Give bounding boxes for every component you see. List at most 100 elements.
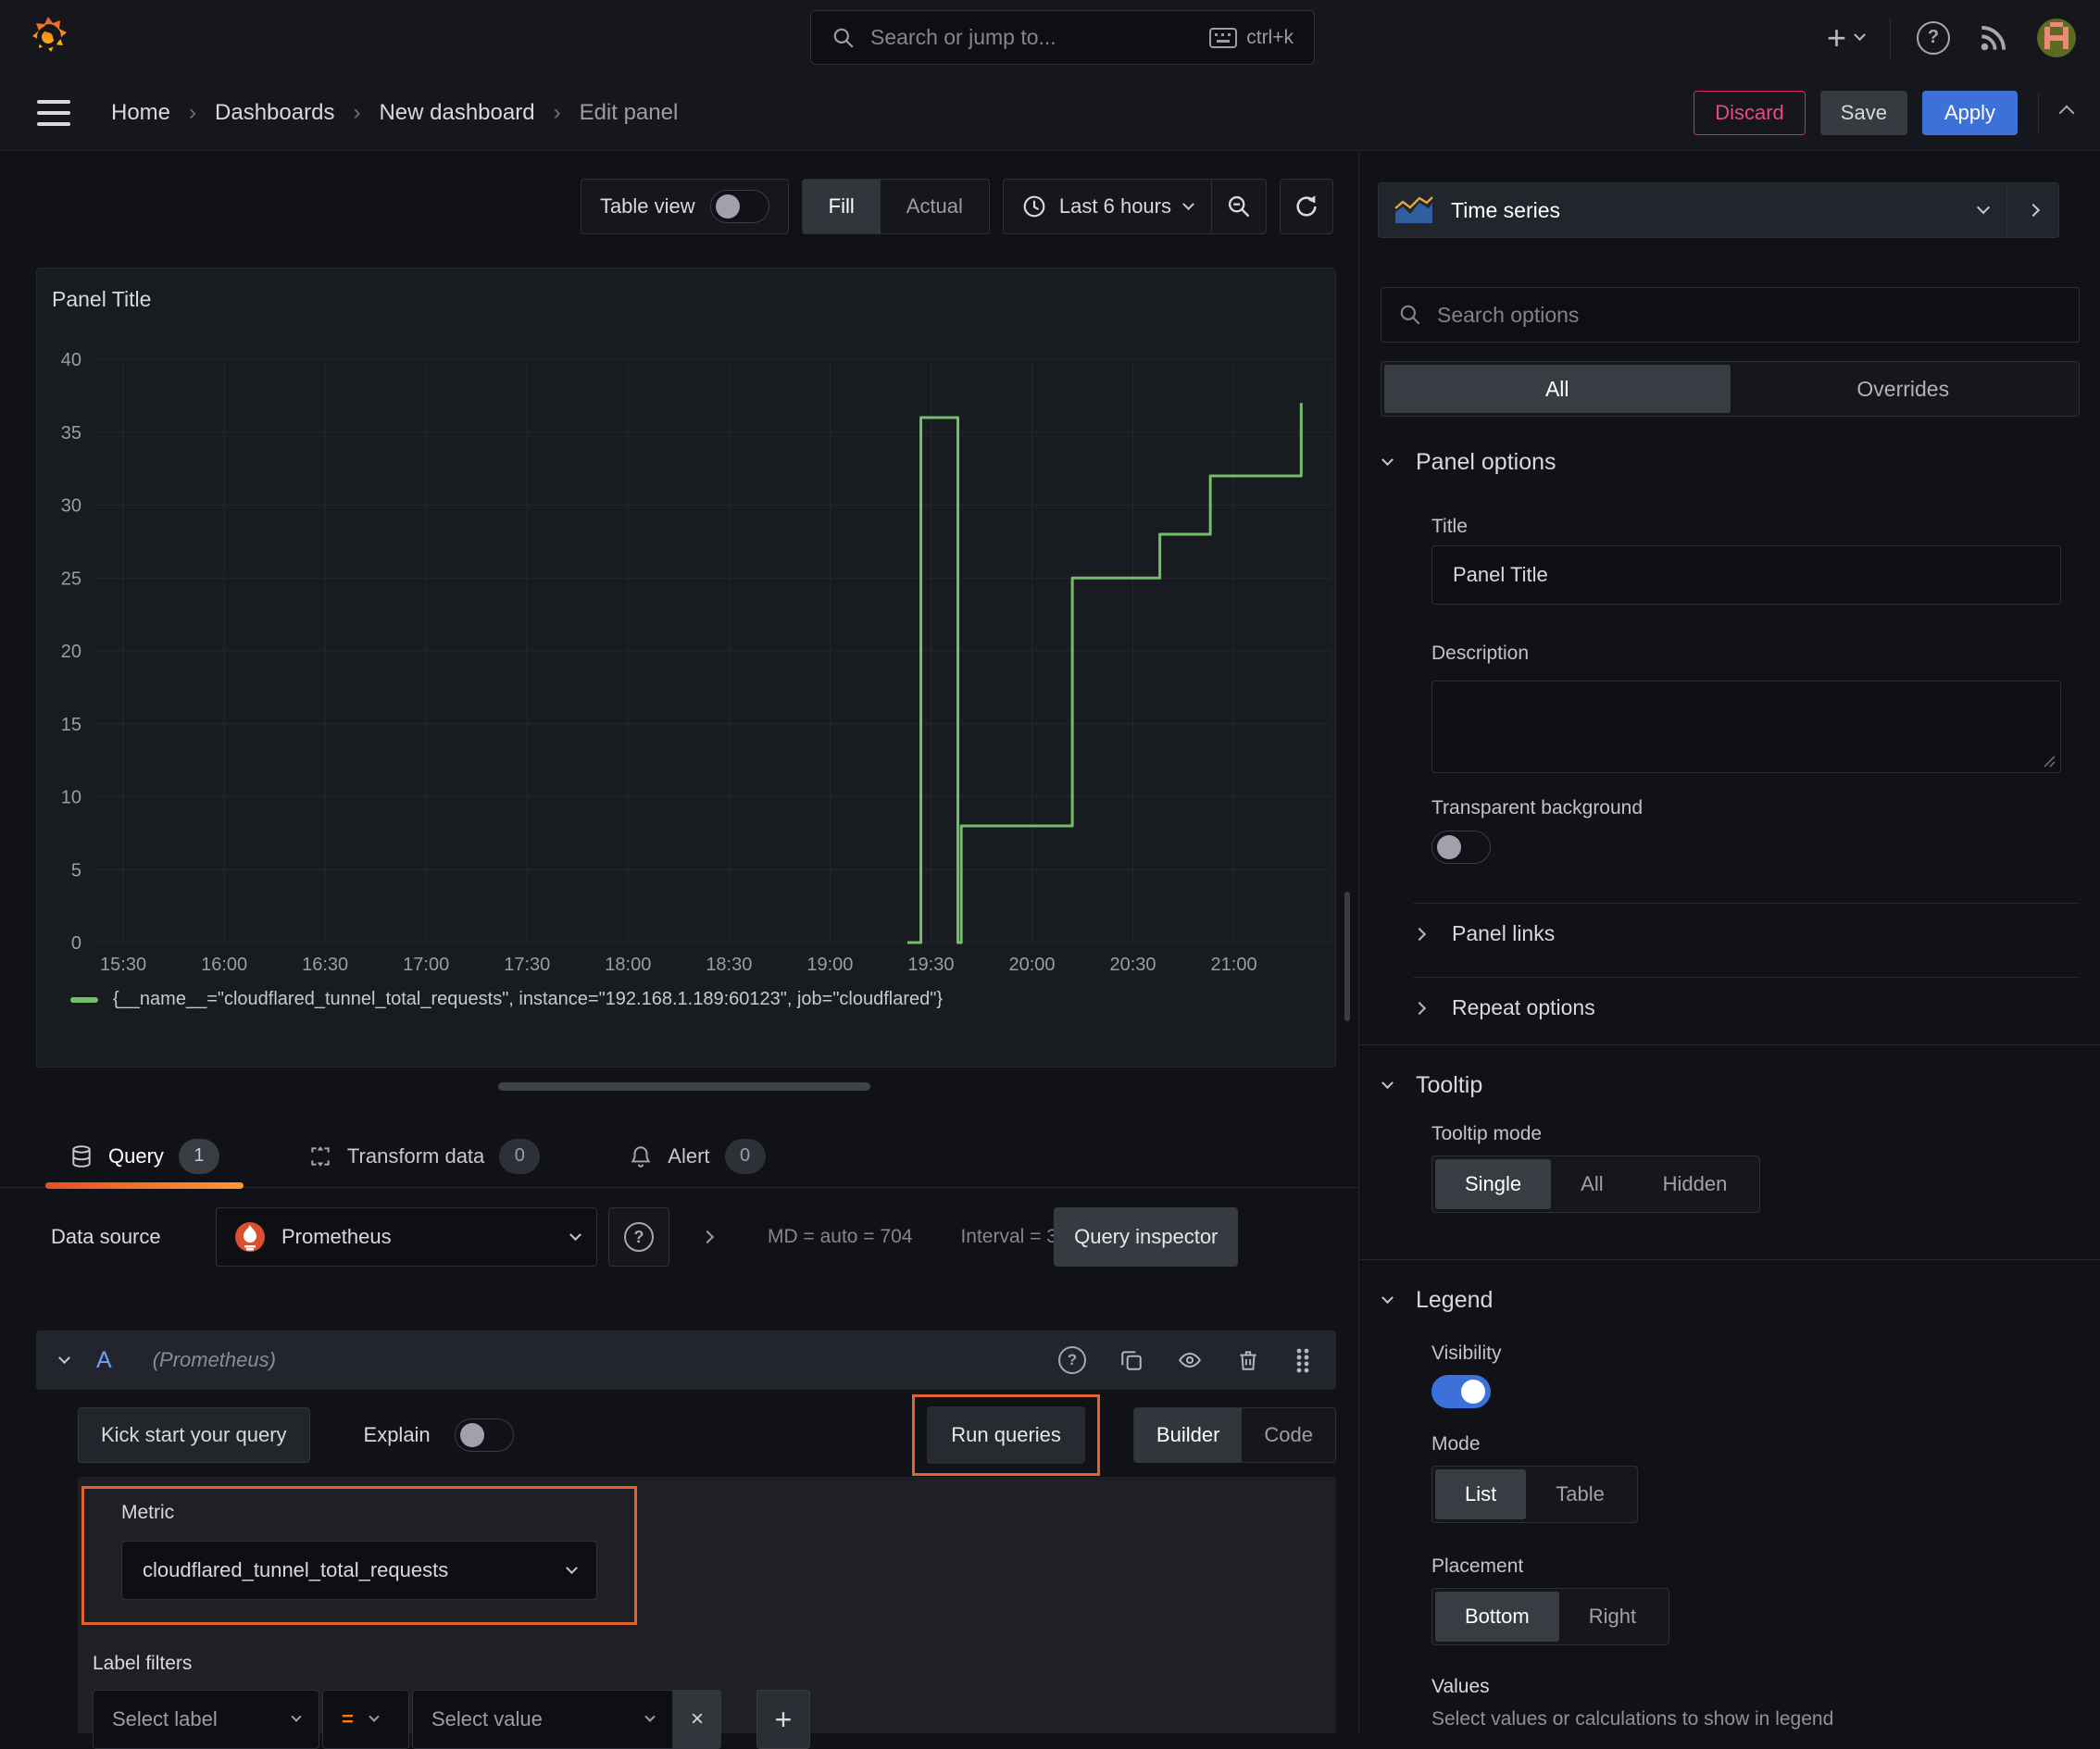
breadcrumb-dashboards[interactable]: Dashboards xyxy=(215,100,334,126)
svg-text:17:30: 17:30 xyxy=(504,955,550,975)
apply-button[interactable]: Apply xyxy=(1921,90,2018,135)
news-rss-icon[interactable] xyxy=(1976,20,2011,56)
search-options-input[interactable]: Search options xyxy=(1381,287,2080,343)
new-menu-button[interactable]: + xyxy=(1827,20,1866,55)
tab-all[interactable]: All xyxy=(1384,365,1731,413)
tab-overrides[interactable]: Overrides xyxy=(1731,365,2077,413)
tooltip-mode-single[interactable]: Single xyxy=(1435,1159,1552,1209)
user-avatar[interactable] xyxy=(2037,18,2076,57)
panel-title[interactable]: Panel Title xyxy=(52,287,151,312)
actual-option[interactable]: Actual xyxy=(881,180,989,233)
hide-query-icon[interactable] xyxy=(1177,1348,1203,1372)
breadcrumb-home[interactable]: Home xyxy=(111,100,170,126)
tab-alert[interactable]: Alert 0 xyxy=(605,1125,789,1187)
repeat-options-section[interactable]: Repeat options xyxy=(1412,995,1595,1020)
search-shortcut: ctrl+k xyxy=(1246,26,1294,48)
time-picker: Last 6 hours xyxy=(1002,179,1267,234)
visualization-picker[interactable]: Time series xyxy=(1378,182,2059,238)
timeseries-plot: 0 5 10 15 20 25 30 35 40 15:30 16:00 16:30 17:00 17:3… xyxy=(61,350,1332,975)
help-button[interactable]: ? xyxy=(1917,20,1950,55)
datasource-select[interactable]: Prometheus xyxy=(216,1207,597,1267)
zoom-out-button[interactable] xyxy=(1212,180,1266,233)
time-range-button[interactable]: Last 6 hours xyxy=(1004,194,1211,219)
legend-visibility-toggle[interactable] xyxy=(1431,1375,1491,1408)
query-inspector-button[interactable]: Query inspector xyxy=(1054,1207,1239,1267)
legend-mode-table[interactable]: Table xyxy=(1526,1469,1634,1519)
table-view-label: Table view xyxy=(599,194,695,218)
tab-query-label: Query xyxy=(108,1143,164,1168)
run-queries-button[interactable]: Run queries xyxy=(927,1406,1085,1464)
datasource-help-button[interactable]: ? xyxy=(608,1207,669,1267)
operator-dropdown[interactable]: = xyxy=(322,1690,409,1749)
collapse-options-button[interactable] xyxy=(2007,183,2058,237)
add-filter-button[interactable]: + xyxy=(756,1690,810,1749)
search-icon xyxy=(1400,305,1420,325)
fill-option[interactable]: Fill xyxy=(802,180,881,233)
breadcrumb-new-dashboard[interactable]: New dashboard xyxy=(379,100,534,126)
panel-options-header[interactable]: Panel options xyxy=(1381,449,1556,476)
duplicate-query-icon[interactable] xyxy=(1119,1348,1144,1372)
legend-mode-list[interactable]: List xyxy=(1435,1469,1527,1519)
discard-button[interactable]: Discard xyxy=(1694,90,1806,135)
transparent-background-toggle[interactable] xyxy=(1431,831,1491,864)
scrollbar[interactable] xyxy=(1344,892,1350,1021)
svg-text:25: 25 xyxy=(61,568,81,589)
menu-toggle-button[interactable] xyxy=(37,99,70,126)
transform-count-badge: 0 xyxy=(499,1138,541,1174)
chevron-down-icon xyxy=(644,1711,656,1722)
description-textarea[interactable] xyxy=(1431,681,2061,773)
label-filters-row: Select label = Select value × + xyxy=(93,1690,1336,1749)
remove-filter-button[interactable]: × xyxy=(673,1690,721,1749)
legend-series-swatch[interactable] xyxy=(70,996,98,1003)
visibility-label: Visibility xyxy=(1431,1343,1502,1364)
grafana-logo-icon[interactable] xyxy=(26,15,70,59)
delete-query-icon[interactable] xyxy=(1236,1348,1260,1372)
builder-option[interactable]: Builder xyxy=(1133,1408,1243,1462)
drag-query-handle-icon[interactable] xyxy=(1294,1346,1312,1374)
kick-start-button[interactable]: Kick start your query xyxy=(78,1407,310,1463)
legend-placement-right[interactable]: Right xyxy=(1559,1592,1666,1642)
global-search-input[interactable]: Search or jump to... ctrl+k xyxy=(810,10,1315,65)
chevron-right-icon[interactable] xyxy=(700,1230,715,1244)
panel-title-input[interactable]: Panel Title xyxy=(1431,545,2061,605)
clock-icon xyxy=(1023,195,1045,218)
divider xyxy=(1359,1044,2100,1045)
chevron-up-icon[interactable] xyxy=(2058,105,2075,120)
save-button[interactable]: Save xyxy=(1819,90,1907,135)
tab-query[interactable]: Query 1 xyxy=(45,1125,244,1189)
svg-text:0: 0 xyxy=(71,933,81,954)
legend-placement-bottom[interactable]: Bottom xyxy=(1435,1592,1559,1642)
code-option[interactable]: Code xyxy=(1242,1408,1335,1462)
select-value-dropdown[interactable]: Select value xyxy=(412,1690,673,1749)
tooltip-mode-hidden[interactable]: Hidden xyxy=(1633,1159,1757,1209)
max-data-points: MD = auto = 704 xyxy=(768,1226,913,1247)
tab-transform-data[interactable]: Transform data 0 xyxy=(284,1125,564,1187)
legend-series-label[interactable]: {__name__="cloudflared_tunnel_total_requ… xyxy=(113,989,943,1010)
breadcrumb-edit-panel: Edit panel xyxy=(579,99,679,125)
svg-text:15: 15 xyxy=(61,715,81,735)
svg-text:17:00: 17:00 xyxy=(403,955,449,975)
collapse-query-icon[interactable] xyxy=(58,1351,70,1364)
table-view-toggle[interactable] xyxy=(709,190,769,223)
pane-resize-handle[interactable] xyxy=(498,1082,870,1091)
operator-value: = xyxy=(342,1707,354,1730)
svg-text:20:00: 20:00 xyxy=(1008,955,1055,975)
explain-label: Explain xyxy=(363,1423,431,1446)
tooltip-mode-all[interactable]: All xyxy=(1551,1159,1632,1209)
explain-toggle[interactable] xyxy=(454,1418,514,1452)
select-label-dropdown[interactable]: Select label xyxy=(93,1690,319,1749)
tooltip-mode-label: Tooltip mode xyxy=(1431,1123,1543,1144)
divider xyxy=(1413,903,2080,904)
query-editor-header[interactable]: A (Prometheus) ? xyxy=(36,1330,1336,1390)
query-help-icon[interactable]: ? xyxy=(1058,1346,1086,1374)
metric-select[interactable]: cloudflared_tunnel_total_requests xyxy=(121,1541,597,1600)
breadcrumb: Home › Dashboards › New dashboard › Edit… xyxy=(111,100,678,126)
query-builder-body: Metric cloudflared_tunnel_total_requests… xyxy=(78,1477,1336,1749)
refresh-button[interactable] xyxy=(1280,179,1333,234)
legend-header[interactable]: Legend xyxy=(1381,1287,1493,1314)
tooltip-header[interactable]: Tooltip xyxy=(1381,1072,1482,1099)
legend-values-label: Values xyxy=(1431,1676,1490,1697)
panel-links-section[interactable]: Panel links xyxy=(1412,921,1555,946)
resize-grip-icon[interactable] xyxy=(2043,755,2056,768)
svg-text:19:30: 19:30 xyxy=(907,955,954,975)
